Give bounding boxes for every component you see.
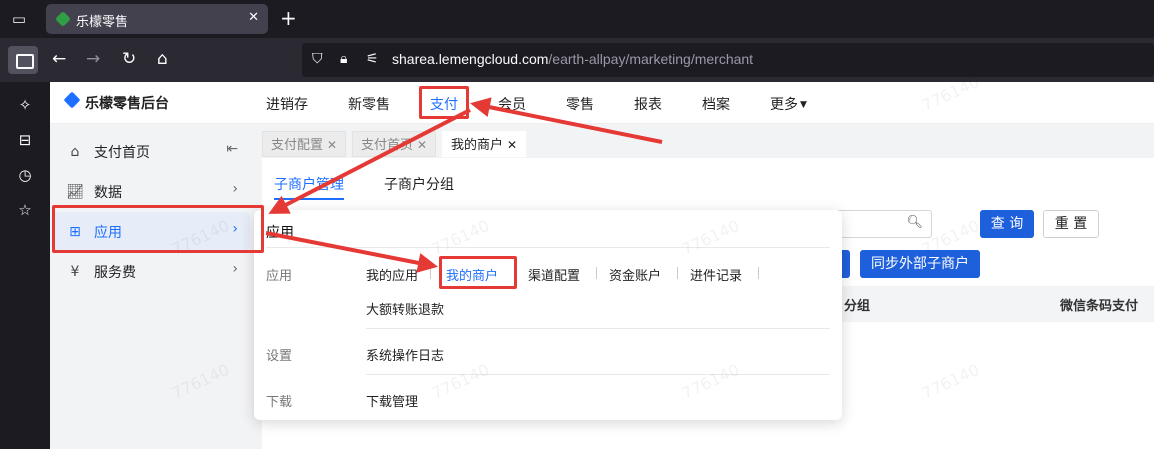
divider xyxy=(366,374,830,375)
bookmarks-star-icon[interactable]: ☆ xyxy=(15,201,35,221)
browser-sidebar: ✧ ⊟ ◷ ☆ xyxy=(0,82,50,449)
browser-tab-title: 乐檬零售 xyxy=(76,15,129,30)
close-icon[interactable]: ✕ xyxy=(417,138,427,152)
home-icon[interactable]: ⌂ xyxy=(157,48,168,70)
reload-icon[interactable]: ↻ xyxy=(122,48,136,70)
app-sidebar: ⌂ 支付首页 ⇤ 📈︎ 数据 › ⊞ 应用 › ¥ 服务费 › xyxy=(50,124,262,449)
link-onboarding-records[interactable]: 进件记录 xyxy=(690,265,742,284)
link-my-merchants[interactable]: 我的商户 xyxy=(446,265,498,284)
back-arrow-icon[interactable]: ← xyxy=(52,48,66,70)
column-header-wechat-barcode: 微信条码支付 xyxy=(1060,299,1139,314)
dropdown-title: 应用 xyxy=(266,225,294,241)
lock-icon[interactable]: 🔒︎ xyxy=(340,51,347,67)
sidebar-item-service-fee[interactable]: ¥ 服务费 › xyxy=(54,252,250,290)
column-header-group: 分组 xyxy=(844,299,871,314)
sidebar-item-data[interactable]: 📈︎ 数据 › xyxy=(54,172,250,210)
link-large-transfer-refund[interactable]: 大额转账退款 xyxy=(366,299,444,318)
link-my-apps[interactable]: 我的应用 xyxy=(366,265,418,284)
caret-down-icon: ▼ xyxy=(800,100,807,110)
chevron-right-icon: › xyxy=(232,181,238,197)
home-icon: ⌂ xyxy=(70,144,80,160)
reset-button[interactable]: 重 置 xyxy=(1043,210,1099,238)
topnav-payment[interactable]: 支付 xyxy=(430,94,458,114)
sidebar-item-label: 服务费 xyxy=(94,265,136,281)
topnav-reports[interactable]: 报表 xyxy=(634,94,662,114)
lemeng-logo-icon xyxy=(66,93,80,109)
page-tab-payment-home[interactable]: 支付首页 ✕ xyxy=(352,131,437,157)
divider xyxy=(366,328,830,329)
sidebar-item-label: 支付首页 xyxy=(94,145,150,161)
topnav-retail[interactable]: 零售 xyxy=(566,94,594,114)
lemeng-favicon-icon xyxy=(55,11,71,27)
url-bar[interactable]: ⛉ 🔒︎ ⚟ sharea.lemengcloud.com/earth-allp… xyxy=(302,43,1154,77)
query-button[interactable]: 查 询 xyxy=(980,210,1034,238)
sidebar-item-label: 数据 xyxy=(94,185,122,201)
sparkle-ai-icon[interactable]: ✧ xyxy=(15,96,35,116)
link-system-operation-log[interactable]: 系统操作日志 xyxy=(366,345,444,364)
history-clock-icon[interactable]: ◷ xyxy=(15,166,35,186)
close-icon[interactable]: ✕ xyxy=(327,138,337,152)
yen-icon: ¥ xyxy=(70,264,80,280)
tab-sub-merchant-group[interactable]: 子商户分组 xyxy=(384,174,454,194)
sync-external-merchants-button[interactable]: 同步外部子商户 xyxy=(860,250,980,278)
new-tab-button[interactable]: + xyxy=(280,6,297,30)
topnav-new-retail[interactable]: 新零售 xyxy=(348,94,390,114)
topnav-archive[interactable]: 档案 xyxy=(702,94,730,114)
chart-icon: 📈︎ xyxy=(66,184,84,200)
divider xyxy=(758,267,759,279)
topnav-more[interactable]: 更多 ▼ xyxy=(770,94,807,114)
topnav-member[interactable]: 会员 xyxy=(498,94,526,114)
link-fund-account[interactable]: 资金账户 xyxy=(609,265,661,284)
close-tab-icon[interactable]: ✕ xyxy=(248,10,259,25)
app-header: 乐檬零售后台 进销存 新零售 支付 会员 零售 报表 档案 更多 ▼ xyxy=(50,82,1154,124)
page-tab-payment-config[interactable]: 支付配置 ✕ xyxy=(262,131,347,157)
close-icon[interactable]: ✕ xyxy=(507,138,517,152)
sidebar-item-label: 应用 xyxy=(94,225,122,241)
sidebar-item-payment-home[interactable]: ⌂ 支付首页 ⇤ xyxy=(54,132,250,170)
collapse-sidebar-icon[interactable]: ⇤ xyxy=(226,141,238,157)
sidebar-item-apps[interactable]: ⊞ 应用 › xyxy=(54,212,250,250)
shield-icon[interactable]: ⛉ xyxy=(312,51,323,67)
link-channel-config[interactable]: 渠道配置 xyxy=(528,265,580,284)
chevron-right-icon: › xyxy=(232,261,238,277)
sidebar-toggle-button[interactable] xyxy=(8,46,38,74)
permissions-icon[interactable]: ⚟ xyxy=(366,51,379,67)
divider xyxy=(430,267,431,279)
tab-overview-icon[interactable]: ▭ xyxy=(8,8,30,30)
divider xyxy=(596,267,597,279)
forward-arrow-icon[interactable]: → xyxy=(86,48,100,70)
apps-grid-icon: ⊞ xyxy=(69,224,81,240)
chevron-right-icon: › xyxy=(232,221,238,237)
category-download: 下载 xyxy=(266,395,293,410)
brand-title: 乐檬零售后台 xyxy=(85,96,169,112)
search-icon: 🔍︎ xyxy=(906,215,923,230)
divider xyxy=(515,267,516,279)
page-tab-my-merchants[interactable]: 我的商户 ✕ xyxy=(442,131,527,157)
browser-tabstrip: ▭ 乐檬零售 ✕ + xyxy=(0,0,1154,38)
divider xyxy=(677,267,678,279)
apps-dropdown-panel: 应用 应用 我的应用 我的商户 渠道配置 资金账户 进件记录 大额转账退款 设置… xyxy=(254,210,842,420)
browser-tab[interactable]: 乐檬零售 ✕ xyxy=(46,4,268,34)
link-download-management[interactable]: 下载管理 xyxy=(366,391,418,410)
topnav-inventory[interactable]: 进销存 xyxy=(266,94,308,114)
category-settings: 设置 xyxy=(266,349,293,364)
url-text[interactable]: sharea.lemengcloud.com/earth-allpay/mark… xyxy=(392,51,753,67)
category-apps: 应用 xyxy=(266,269,293,284)
synced-devices-icon[interactable]: ⊟ xyxy=(15,131,35,151)
search-input[interactable]: 🔍︎ xyxy=(830,210,932,238)
browser-navbar: ← → ↻ ⌂ ⛉ 🔒︎ ⚟ sharea.lemengcloud.com/ea… xyxy=(0,38,1154,82)
divider xyxy=(266,247,830,248)
tab-sub-merchant-management[interactable]: 子商户管理 xyxy=(274,174,344,200)
